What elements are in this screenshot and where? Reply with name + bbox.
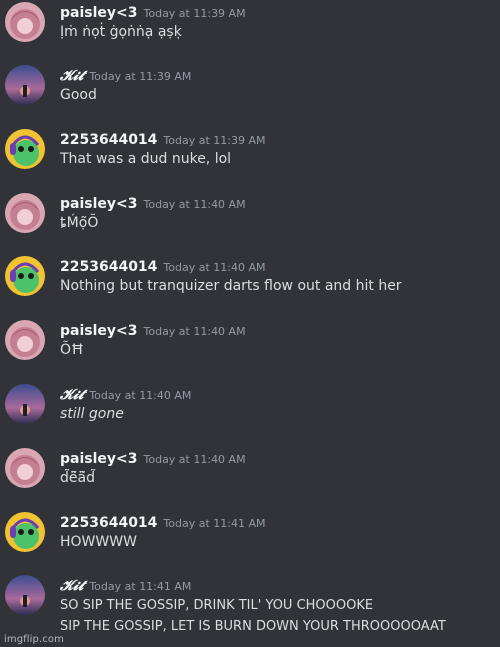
author-name[interactable]: paisley<3 <box>60 323 138 339</box>
sunset-avatar-icon <box>5 65 45 105</box>
message-text: That was a dud nuke, lol <box>60 151 232 167</box>
avatar[interactable] <box>5 512 45 552</box>
avatar[interactable] <box>5 256 45 296</box>
message-header: paisley<3 Today at 11:39 AM <box>60 2 246 24</box>
message-text: Nothing but tranquizer darts flow out an… <box>60 278 402 294</box>
author-name[interactable]: paisley<3 <box>60 196 138 212</box>
author-name[interactable]: 2253644014 <box>60 515 157 531</box>
message-header: 𝓚𝓲𝓽 Today at 11:39 AM <box>60 65 191 87</box>
author-name[interactable]: 𝓚𝓲𝓽 <box>60 68 83 84</box>
message-text: Ịṁ ṅọṫ ġọṅṅạ ạṣḳ <box>60 24 182 40</box>
timestamp: Today at 11:39 AM <box>89 70 192 83</box>
sunset-avatar-icon <box>5 575 45 615</box>
timestamp: Today at 11:40 AM <box>163 261 266 274</box>
timestamp: Today at 11:40 AM <box>143 453 246 466</box>
timestamp: Today at 11:40 AM <box>143 198 246 211</box>
message-header: paisley<3 Today at 11:40 AM <box>60 320 246 342</box>
message-text: ÕĦ <box>60 342 84 358</box>
message-header: paisley<3 Today at 11:40 AM <box>60 448 246 470</box>
green-frog-headphones-avatar-icon <box>5 512 45 552</box>
timestamp: Today at 11:39 AM <box>143 7 246 20</box>
timestamp: Today at 11:40 AM <box>143 325 246 338</box>
pink-hair-avatar-icon <box>5 448 45 488</box>
message-text: d̃ë̃ä̃d̃ <box>60 470 95 486</box>
author-name[interactable]: paisley<3 <box>60 451 138 467</box>
avatar[interactable] <box>5 384 45 424</box>
message-text-line-2: SIP THE GOSSIP, LET IS BURN DOWN YOUR TH… <box>60 619 446 634</box>
avatar[interactable] <box>5 129 45 169</box>
message-text: still gone <box>60 406 124 422</box>
author-name[interactable]: 2253644014 <box>60 259 157 275</box>
pink-hair-avatar-icon <box>5 2 45 42</box>
timestamp: Today at 11:41 AM <box>163 517 266 530</box>
pink-hair-avatar-icon <box>5 320 45 360</box>
message-header: paisley<3 Today at 11:40 AM <box>60 193 246 215</box>
message-header: 2253644014 Today at 11:39 AM <box>60 129 266 151</box>
avatar[interactable] <box>5 448 45 488</box>
message-text: SO SIP THE GOSSIP, DRINK TIL' YOU CHOOOO… <box>60 598 374 613</box>
sunset-avatar-icon <box>5 384 45 424</box>
green-frog-headphones-avatar-icon <box>5 256 45 296</box>
chat-message-list: paisley<3 Today at 11:39 AM Ịṁ ṅọṫ ġọṅṅạ … <box>0 0 500 647</box>
message-text: Good <box>60 87 97 103</box>
timestamp: Today at 11:40 AM <box>89 389 192 402</box>
avatar[interactable] <box>5 575 45 615</box>
avatar[interactable] <box>5 65 45 105</box>
green-frog-headphones-avatar-icon <box>5 129 45 169</box>
message-header: 𝓚𝓲𝓽 Today at 11:41 AM <box>60 575 191 597</box>
timestamp: Today at 11:39 AM <box>163 134 266 147</box>
timestamp: Today at 11:41 AM <box>89 580 192 593</box>
message-header: 2253644014 Today at 11:41 AM <box>60 512 266 534</box>
watermark: imgflip.com <box>4 634 64 645</box>
message-text: HOWWWW <box>60 534 137 550</box>
message-header: 𝓚𝓲𝓽 Today at 11:40 AM <box>60 384 191 406</box>
avatar[interactable] <box>5 320 45 360</box>
author-name[interactable]: 2253644014 <box>60 132 157 148</box>
pink-hair-avatar-icon <box>5 193 45 233</box>
avatar[interactable] <box>5 2 45 42</box>
author-name[interactable]: 𝓚𝓲𝓽 <box>60 578 83 594</box>
message-header: 2253644014 Today at 11:40 AM <box>60 256 266 278</box>
author-name[interactable]: 𝓚𝓲𝓽 <box>60 387 83 403</box>
avatar[interactable] <box>5 193 45 233</box>
message-text: ȶḾọ̃Õ <box>60 215 99 231</box>
author-name[interactable]: paisley<3 <box>60 5 138 21</box>
